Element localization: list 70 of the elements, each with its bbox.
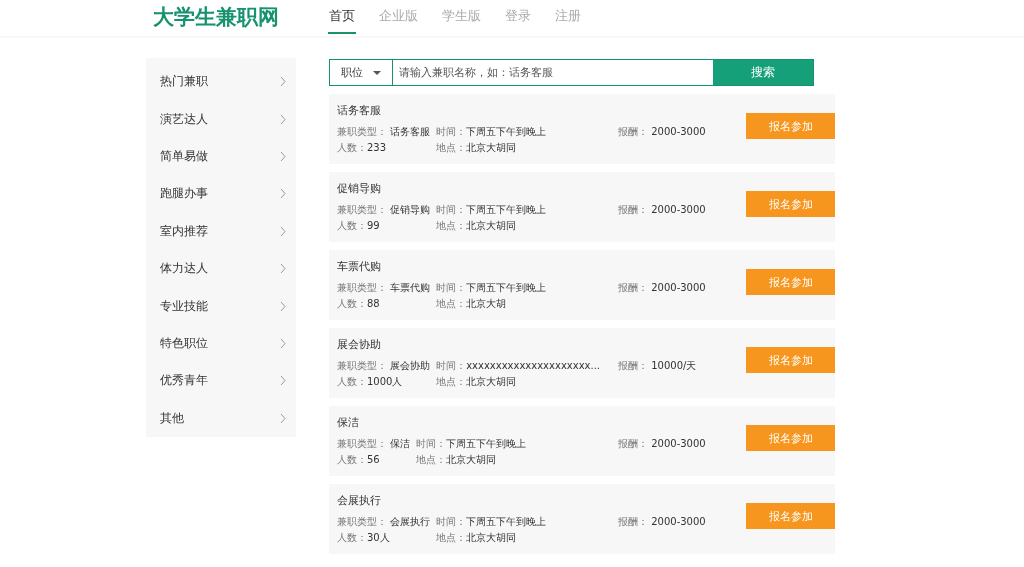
chevron-right-icon [280,151,286,162]
category-label: 特色职位 [160,335,208,353]
job-location: 地点：北京大胡同 [436,531,518,545]
job-title: 展会协助 [337,337,382,352]
job-title: 话务客服 [337,103,382,118]
job-type: 兼职类型： 保洁 [337,437,411,451]
chevron-right-icon [280,225,286,237]
category-label: 跑腿办事 [160,185,208,203]
category-label: 其他 [160,409,184,427]
job-headcount: 人数：88 [337,297,381,311]
category-item[interactable]: 简单易做 [146,137,296,176]
job-title: 会展执行 [337,493,382,508]
job-location: 地点：北京大胡 [436,297,508,311]
job-type: 兼职类型： 促销导购 [337,203,431,217]
job-type: 兼职类型： 车票代购 [337,281,431,295]
category-label: 热门兼职 [160,73,208,91]
job-pay: 报酬： 2000-3000 [618,281,706,295]
job-headcount: 人数：1000人 [337,375,404,389]
category-item[interactable]: 体力达人 [146,250,296,288]
chevron-right-icon [280,113,286,125]
job-type: 兼职类型： 展会协助 [337,359,431,373]
category-label: 简单易做 [160,148,208,165]
category-item[interactable]: 室内推荐 [146,212,296,251]
job-headcount: 人数：99 [337,219,381,233]
job-location: 地点：北京大胡同 [436,375,518,389]
category-item[interactable]: 演艺达人 [146,100,296,138]
job-type: 兼职类型： 会展执行 [337,515,431,529]
job-pay: 报酬： 10000/天 [618,359,697,373]
site-logo[interactable]: 大学生兼职网 [153,0,328,34]
job-pay: 报酬： 2000-3000 [618,125,706,139]
job-pay: 报酬： 2000-3000 [618,515,706,529]
job-headcount: 人数：56 [337,453,381,467]
search-bar[interactable]: 职位 请输入兼职名称，如：话务客服 搜索 [329,59,814,86]
chevron-right-icon [280,412,286,424]
job-time: 时间：xxxxxxxxxxxxxxxxxxxxx... [436,359,600,373]
category-item[interactable]: 其他 [146,399,296,438]
chevron-right-icon [280,263,286,275]
job-location: 地点：北京大胡同 [436,141,518,155]
category-item[interactable]: 跑腿办事 [146,175,296,213]
job-time: 时间：下周五下午到晚上 [416,437,527,451]
chevron-right-icon [280,188,286,200]
category-label: 演艺达人 [160,110,208,128]
category-label: 优秀青年 [160,372,208,390]
job-location: 地点：北京大胡同 [416,453,498,467]
category-item[interactable]: 专业技能 [146,287,296,325]
job-type: 兼职类型： 话务客服 [337,125,431,139]
job-title: 促销导购 [337,181,382,196]
nav-link[interactable]: 首页 [328,0,356,34]
job-pay: 报酬： 2000-3000 [618,437,706,451]
job-time: 时间：下周五下午到晚上 [436,281,547,295]
job-pay: 报酬： 2000-3000 [618,203,706,217]
category-item[interactable]: 优秀青年 [146,362,296,400]
job-title: 保洁 [337,415,360,430]
job-title: 车票代购 [337,259,382,274]
job-time: 时间：下周五下午到晚上 [436,125,547,139]
chevron-right-icon [280,76,286,88]
category-label: 专业技能 [160,297,208,315]
category-item[interactable]: 热门兼职 [146,63,296,101]
category-label: 体力达人 [160,260,208,278]
job-headcount: 人数：233 [337,141,388,155]
category-item[interactable]: 特色职位 [146,324,296,363]
job-location: 地点：北京大胡同 [436,219,518,233]
chevron-right-icon [280,300,286,312]
job-time: 时间：下周五下午到晚上 [436,203,547,217]
chevron-right-icon [280,375,286,387]
caret-icon [373,70,381,75]
job-headcount: 人数：30人 [337,531,391,545]
job-time: 时间：下周五下午到晚上 [436,515,547,529]
chevron-right-icon [280,338,286,350]
category-label: 室内推荐 [160,222,208,240]
